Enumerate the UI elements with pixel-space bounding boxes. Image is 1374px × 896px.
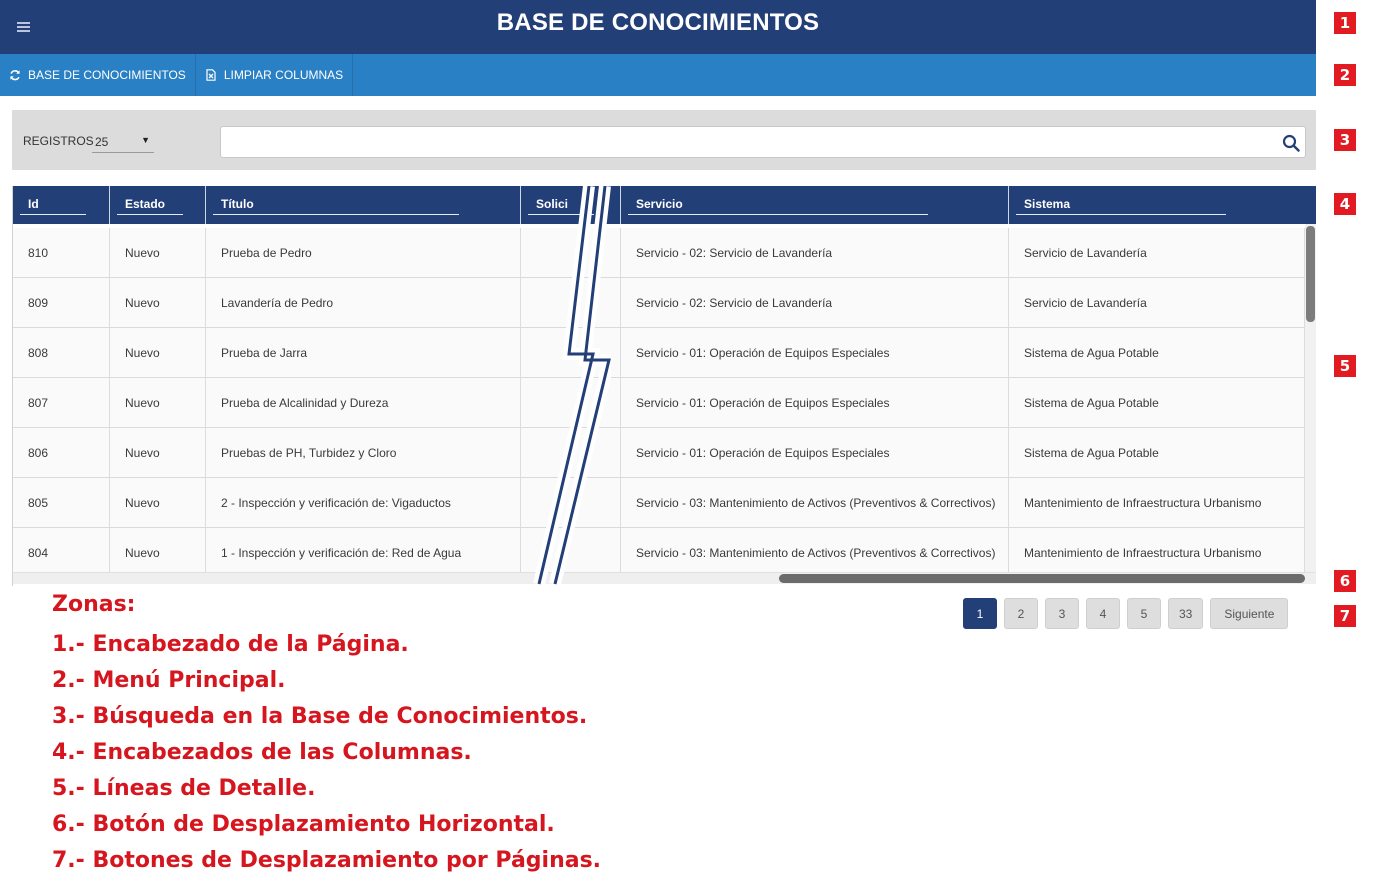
cell-id: 804 bbox=[13, 528, 110, 578]
cell-estado: Nuevo bbox=[110, 428, 206, 478]
column-headers: Id Estado Título Solici Servicio Sistema bbox=[13, 186, 1316, 224]
search-icon[interactable] bbox=[1282, 134, 1300, 152]
cell-servicio: Servicio - 03: Mantenimiento de Activos … bbox=[621, 478, 1009, 528]
menu-item-label: BASE DE CONOCIMIENTOS bbox=[28, 68, 186, 82]
cell-estado: Nuevo bbox=[110, 528, 206, 578]
cell-titulo: 2 - Inspección y verificación de: Vigadu… bbox=[206, 478, 521, 528]
cell-servicio: Servicio - 01: Operación de Equipos Espe… bbox=[621, 328, 1009, 378]
menu-item-base-conocimientos[interactable]: BASE DE CONOCIMIENTOS bbox=[0, 54, 196, 96]
search-panel: REGISTROS 25 ▼ bbox=[12, 110, 1316, 170]
legend-title: Zonas: bbox=[52, 592, 136, 617]
menu-item-limpiar-columnas[interactable]: LIMPIAR COLUMNAS bbox=[196, 54, 354, 96]
column-header-sistema[interactable]: Sistema bbox=[1009, 186, 1305, 224]
records-label: REGISTROS bbox=[23, 134, 94, 148]
legend-item: 1.- Encabezado de la Página. bbox=[52, 632, 409, 657]
legend-item: 2.- Menú Principal. bbox=[52, 668, 286, 693]
page-button-5[interactable]: 5 bbox=[1127, 598, 1161, 629]
knowledge-base-grid: Id Estado Título Solici Servicio Sistema… bbox=[12, 186, 1316, 586]
search-input[interactable] bbox=[220, 126, 1306, 158]
column-break-marker bbox=[533, 186, 611, 586]
cell-sistema: Mantenimiento de Infraestructura Urbanis… bbox=[1009, 478, 1305, 528]
cell-id: 806 bbox=[13, 428, 110, 478]
zone-marker-6: 6 bbox=[1334, 570, 1356, 592]
refresh-icon bbox=[10, 70, 20, 81]
table-row[interactable]: 809 Nuevo Lavandería de Pedro Servicio -… bbox=[13, 278, 1305, 328]
legend-item: 3.- Búsqueda en la Base de Conocimientos… bbox=[52, 704, 588, 729]
horizontal-scroll-thumb[interactable] bbox=[779, 574, 1305, 583]
zones-legend: Zonas: 1.- Encabezado de la Página. 2.- … bbox=[52, 592, 601, 884]
table-row[interactable]: 808 Nuevo Prueba de Jarra Servicio - 01:… bbox=[13, 328, 1305, 378]
cell-estado: Nuevo bbox=[110, 328, 206, 378]
page-header: BASE DE CONOCIMIENTOS bbox=[0, 0, 1316, 54]
cell-sistema: Servicio de Lavandería bbox=[1009, 228, 1305, 278]
cell-sistema: Sistema de Agua Potable bbox=[1009, 428, 1305, 478]
menu-item-label: LIMPIAR COLUMNAS bbox=[223, 68, 344, 82]
cell-titulo: Prueba de Jarra bbox=[206, 328, 521, 378]
cell-estado: Nuevo bbox=[110, 478, 206, 528]
cell-sistema: Mantenimiento de Infraestructura Urbanis… bbox=[1009, 528, 1305, 578]
main-menu: BASE DE CONOCIMIENTOS LIMPIAR COLUMNAS bbox=[0, 54, 1316, 96]
cell-servicio: Servicio - 02: Servicio de Lavandería bbox=[621, 278, 1009, 328]
table-row[interactable]: 804 Nuevo 1 - Inspección y verificación … bbox=[13, 528, 1305, 578]
legend-item: 4.- Encabezados de las Columnas. bbox=[52, 740, 472, 765]
cell-servicio: Servicio - 02: Servicio de Lavandería bbox=[621, 228, 1009, 278]
zone-marker-1: 1 bbox=[1334, 12, 1356, 34]
cell-id: 805 bbox=[13, 478, 110, 528]
page-button-3[interactable]: 3 bbox=[1045, 598, 1079, 629]
cell-sistema: Sistema de Agua Potable bbox=[1009, 328, 1305, 378]
legend-item: 6.- Botón de Desplazamiento Horizontal. bbox=[52, 812, 555, 837]
cell-estado: Nuevo bbox=[110, 378, 206, 428]
cell-id: 807 bbox=[13, 378, 110, 428]
cell-titulo: 1 - Inspección y verificación de: Red de… bbox=[206, 528, 521, 578]
zone-marker-5: 5 bbox=[1334, 355, 1356, 377]
column-header-id[interactable]: Id bbox=[13, 186, 110, 224]
cell-titulo: Prueba de Pedro bbox=[206, 228, 521, 278]
next-page-button[interactable]: Siguiente bbox=[1210, 598, 1289, 629]
cell-estado: Nuevo bbox=[110, 228, 206, 278]
records-per-page-select[interactable]: 25 ▼ bbox=[92, 131, 154, 153]
column-header-titulo[interactable]: Título bbox=[206, 186, 521, 224]
caret-down-icon: ▼ bbox=[141, 135, 150, 145]
cell-estado: Nuevo bbox=[110, 278, 206, 328]
zone-marker-4: 4 bbox=[1334, 193, 1356, 215]
cell-servicio: Servicio - 03: Mantenimiento de Activos … bbox=[621, 528, 1009, 578]
table-row[interactable]: 810 Nuevo Prueba de Pedro Servicio - 02:… bbox=[13, 228, 1305, 278]
legend-item: 5.- Líneas de Detalle. bbox=[52, 776, 316, 801]
page-title: BASE DE CONOCIMIENTOS bbox=[496, 9, 820, 36]
page-button-2[interactable]: 2 bbox=[1004, 598, 1038, 629]
vertical-scroll-thumb[interactable] bbox=[1306, 226, 1315, 322]
cell-servicio: Servicio - 01: Operación de Equipos Espe… bbox=[621, 428, 1009, 478]
cell-id: 809 bbox=[13, 278, 110, 328]
cell-titulo: Prueba de Alcalinidad y Dureza bbox=[206, 378, 521, 428]
cell-sistema: Sistema de Agua Potable bbox=[1009, 378, 1305, 428]
page-button-4[interactable]: 4 bbox=[1086, 598, 1120, 629]
cell-id: 810 bbox=[13, 228, 110, 278]
cell-titulo: Lavandería de Pedro bbox=[206, 278, 521, 328]
column-header-servicio[interactable]: Servicio bbox=[621, 186, 1009, 224]
cell-servicio: Servicio - 01: Operación de Equipos Espe… bbox=[621, 378, 1009, 428]
cell-titulo: Pruebas de PH, Turbidez y Cloro bbox=[206, 428, 521, 478]
page-button-33[interactable]: 33 bbox=[1168, 598, 1204, 629]
column-header-estado[interactable]: Estado bbox=[110, 186, 206, 224]
table-row[interactable]: 807 Nuevo Prueba de Alcalinidad y Dureza… bbox=[13, 378, 1305, 428]
records-per-page-value: 25 bbox=[95, 135, 109, 149]
zone-marker-7: 7 bbox=[1334, 605, 1356, 627]
table-row[interactable]: 805 Nuevo 2 - Inspección y verificación … bbox=[13, 478, 1305, 528]
cell-sistema: Servicio de Lavandería bbox=[1009, 278, 1305, 328]
cell-id: 808 bbox=[13, 328, 110, 378]
table-row[interactable]: 806 Nuevo Pruebas de PH, Turbidez y Clor… bbox=[13, 428, 1305, 478]
pagination: 1 2 3 4 5 33 Siguiente bbox=[963, 598, 1295, 630]
zone-marker-2: 2 bbox=[1334, 64, 1356, 86]
zone-marker-3: 3 bbox=[1334, 129, 1356, 151]
legend-item: 7.- Botones de Desplazamiento por Página… bbox=[52, 848, 602, 873]
page-button-1[interactable]: 1 bbox=[963, 598, 997, 629]
excel-file-icon bbox=[206, 69, 216, 81]
